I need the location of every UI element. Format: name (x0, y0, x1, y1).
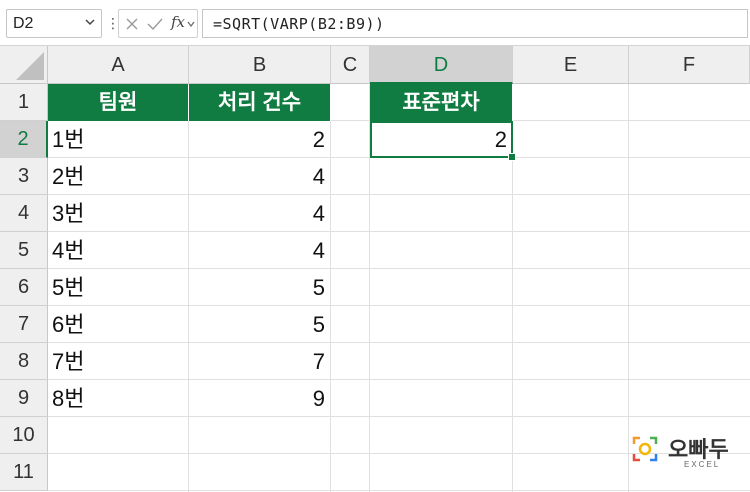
more-options-icon[interactable]: ⋮ (106, 11, 120, 35)
row-header-2[interactable]: 2 (0, 121, 48, 158)
select-all-triangle-icon (16, 52, 44, 80)
gridline (48, 490, 750, 491)
row-header-5[interactable]: 5 (0, 232, 48, 269)
select-all-corner[interactable] (0, 46, 48, 84)
row-header-8[interactable]: 8 (0, 343, 48, 380)
row-header-6[interactable]: 6 (0, 269, 48, 306)
row-header-3[interactable]: 3 (0, 158, 48, 195)
formula-text: =SQRT(VARP(B2:B9)) (213, 15, 385, 33)
cell-a7[interactable]: 6번 (48, 306, 189, 343)
cell-a4[interactable]: 3번 (48, 195, 189, 232)
row-header-4[interactable]: 4 (0, 195, 48, 232)
name-box-value: D2 (13, 15, 34, 32)
insert-function-icon[interactable]: fx (171, 13, 185, 31)
formula-input[interactable]: =SQRT(VARP(B2:B9)) (202, 9, 748, 38)
cancel-icon[interactable] (125, 17, 139, 31)
gridline (628, 84, 629, 492)
cell-b7[interactable]: 5 (189, 306, 331, 343)
row-header-10[interactable]: 10 (0, 417, 48, 454)
column-header-b[interactable]: B (189, 46, 331, 84)
enter-check-icon[interactable] (147, 17, 163, 31)
cell-a6[interactable]: 5번 (48, 269, 189, 306)
column-header-a[interactable]: A (48, 46, 189, 84)
formula-controls: fx (118, 9, 198, 38)
column-header-f[interactable]: F (629, 46, 750, 84)
row-header-11[interactable]: 11 (0, 454, 48, 491)
expand-chevron-icon[interactable] (187, 20, 195, 28)
logo-subtitle: EXCEL (684, 460, 721, 469)
row-header-7[interactable]: 7 (0, 306, 48, 343)
cell-b3[interactable]: 4 (189, 158, 331, 195)
row-header-1[interactable]: 1 (0, 84, 48, 121)
column-header-e[interactable]: E (513, 46, 629, 84)
row-header-9[interactable]: 9 (0, 380, 48, 417)
cell-a9[interactable]: 8번 (48, 380, 189, 417)
active-cell-border (370, 121, 513, 158)
name-box[interactable]: D2 (6, 9, 102, 38)
logo-mark-icon (632, 436, 658, 462)
cell-a8[interactable]: 7번 (48, 343, 189, 380)
cell-b5[interactable]: 4 (189, 232, 331, 269)
cell-d1-stddev-header[interactable]: 표준편차 (370, 84, 513, 121)
fill-handle[interactable] (508, 153, 516, 161)
cell-b2[interactable]: 2 (189, 121, 331, 158)
cell-a5[interactable]: 4번 (48, 232, 189, 269)
cell-b9[interactable]: 9 (189, 380, 331, 417)
cell-b1-count-header[interactable]: 처리 건수 (189, 84, 331, 121)
cell-a2[interactable]: 1번 (48, 121, 189, 158)
cell-b8[interactable]: 7 (189, 343, 331, 380)
formula-bar: D2 ⋮ fx =SQRT(VARP(B2:B9)) (0, 0, 750, 46)
cell-grid[interactable]: 팀원 처리 건수 표준편차 1번 2 2번 4 3번 4 4번 4 5번 5 6… (48, 84, 750, 492)
cell-a3[interactable]: 2번 (48, 158, 189, 195)
chevron-down-icon[interactable] (84, 16, 96, 28)
oppadu-logo: 오빠두 EXCEL (632, 432, 742, 476)
cell-a1-team-header[interactable]: 팀원 (48, 84, 189, 121)
column-header-c[interactable]: C (331, 46, 370, 84)
cell-b6[interactable]: 5 (189, 269, 331, 306)
column-header-d[interactable]: D (370, 46, 513, 84)
cell-b4[interactable]: 4 (189, 195, 331, 232)
